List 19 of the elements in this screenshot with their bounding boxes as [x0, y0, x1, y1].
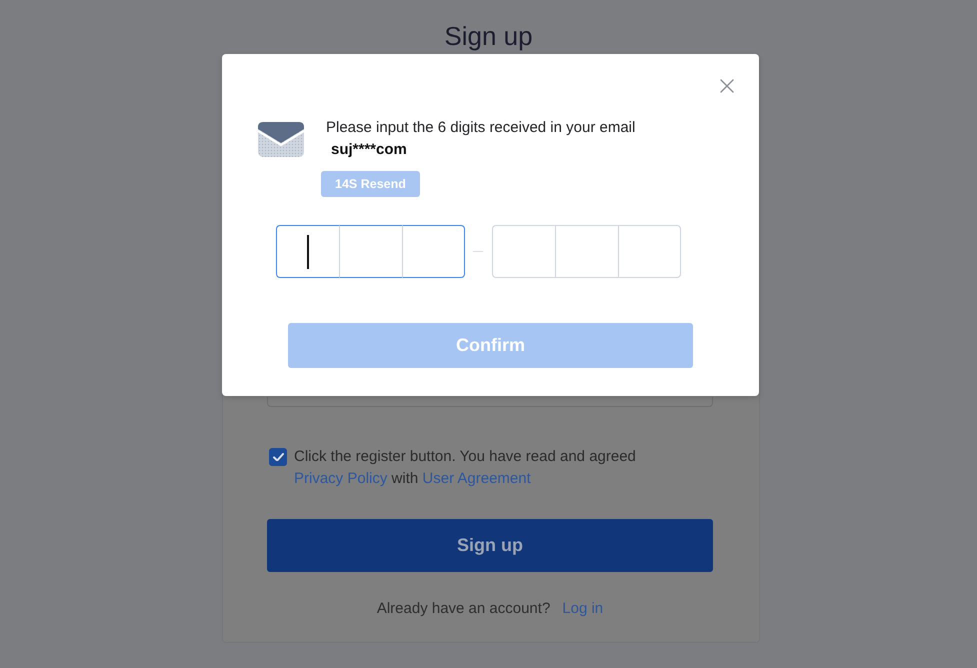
login-prompt: Already have an account? — [376, 599, 550, 619]
page-title: Sign up — [444, 20, 533, 53]
text-cursor-icon — [306, 235, 308, 269]
digit-field[interactable] — [338, 225, 402, 278]
checkmark-icon — [272, 452, 284, 462]
close-icon — [720, 79, 734, 93]
close-button[interactable] — [720, 79, 734, 93]
instruction-text: Please input the 6 digits received in your email — [326, 118, 636, 138]
digit-field[interactable] — [276, 225, 338, 278]
input-field[interactable] — [267, 397, 713, 407]
agreement-link[interactable]: Privacy Policy — [294, 470, 388, 487]
signup-button[interactable]: Sign up — [267, 519, 713, 572]
digit-field[interactable] — [402, 225, 464, 278]
email-address: suj****com — [331, 140, 407, 160]
envelope-icon — [258, 122, 304, 157]
agreement-link[interactable]: User Agreement — [422, 470, 531, 487]
login-link[interactable]: Log in — [562, 599, 604, 619]
agreement-checkbox[interactable] — [269, 448, 287, 466]
agreement-text: Click the register button. You have read and agreed Privacy Policy with User Agreement — [294, 447, 637, 489]
